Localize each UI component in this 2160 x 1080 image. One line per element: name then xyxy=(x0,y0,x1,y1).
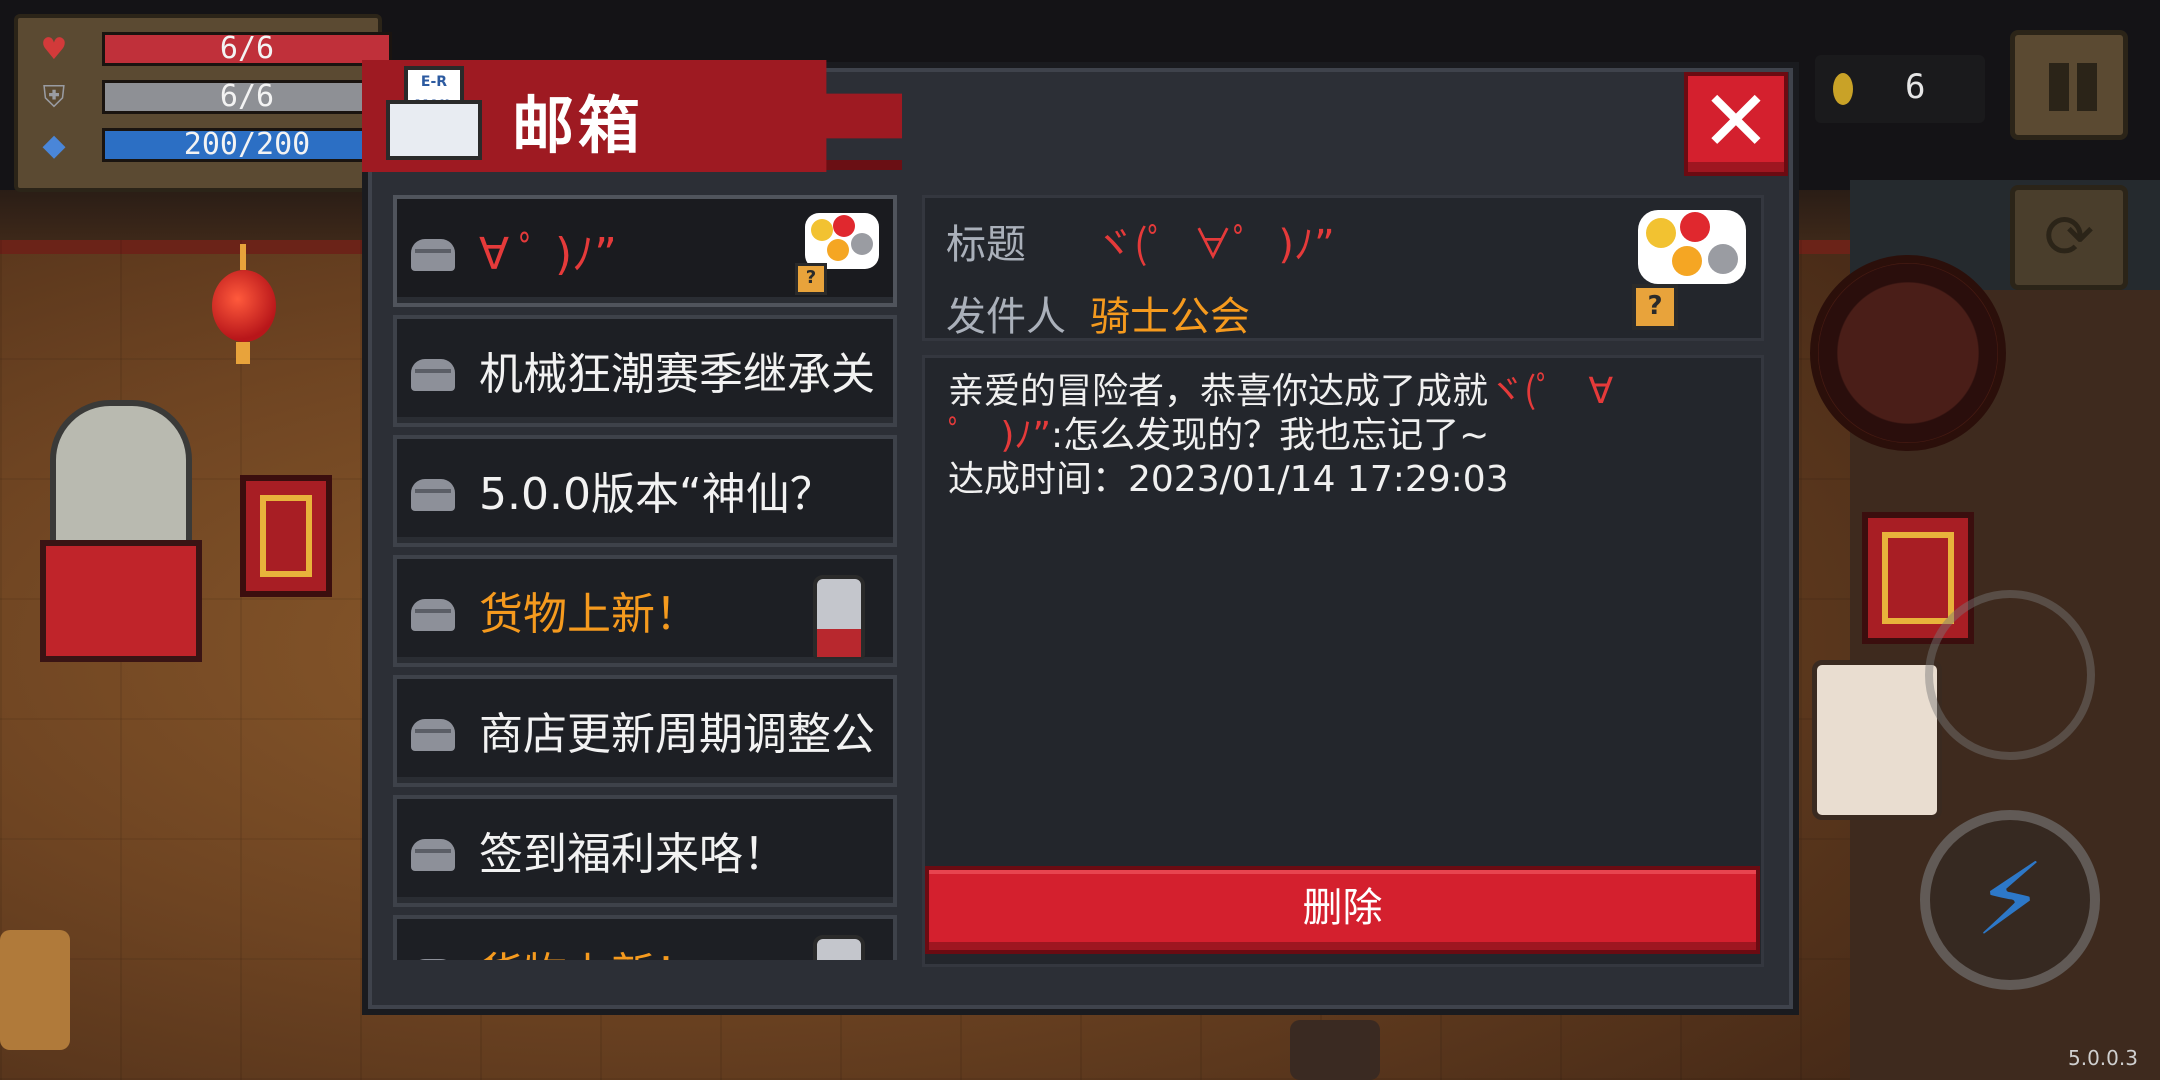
question-box-icon: ? xyxy=(795,263,827,295)
player-character xyxy=(0,930,70,1050)
mail-body-text: 亲爱的冒险者，恭喜你达成了成就ヾ(ﾟ ∀ ﾟ )ﾉ”:怎么发现的？我也忘记了~ … xyxy=(948,370,1748,502)
health-row: ♥ 6/6 xyxy=(36,32,392,68)
envelope-icon xyxy=(411,959,455,960)
mail-item-title: 商店更新周期调整公 xyxy=(479,709,875,760)
pause-button[interactable] xyxy=(2010,30,2128,140)
envelope-icon xyxy=(411,479,455,511)
energy-bar: 200/200 xyxy=(102,128,392,162)
envelope-icon xyxy=(411,599,455,631)
energy-value: 200/200 xyxy=(183,127,311,162)
envelope-icon xyxy=(411,719,455,751)
lantern-icon xyxy=(212,244,276,364)
energy-row: ◆ 200/200 xyxy=(36,128,392,164)
subject-label: 标题 xyxy=(946,222,1026,268)
armor-bar: 6/6 xyxy=(102,80,392,114)
sender-label: 发件人 xyxy=(946,294,1066,340)
sender-value: 骑士公会 xyxy=(1090,294,1250,340)
mail-item[interactable]: 货物上新！ xyxy=(393,555,897,667)
lightning-icon: ⚡ xyxy=(1974,841,2046,958)
close-icon: ✕ xyxy=(1700,72,1772,170)
mail-item[interactable]: 商店更新周期调整公 xyxy=(393,675,897,787)
mail-item[interactable]: 5.0.0版本“神仙？ xyxy=(393,435,897,547)
gacha-machine xyxy=(40,400,202,662)
skill-button[interactable]: ⚡ xyxy=(1920,810,2100,990)
shield-icon: ⛨ xyxy=(42,80,66,115)
mail-item-title: 机械狂潮赛季继承关 xyxy=(479,349,875,400)
mail-item-title: 5.0.0版本“神仙？ xyxy=(479,469,834,520)
energy-gem-icon: ◆ xyxy=(42,128,66,163)
achievement-time: 达成时间：2023/01/14 17:29:03 xyxy=(948,459,1509,500)
delete-button[interactable]: 删除 xyxy=(925,866,1760,954)
mail-item-title: 签到福利来咯！ xyxy=(479,829,787,880)
question-box-icon: ? xyxy=(1632,284,1678,330)
merchant-character-icon xyxy=(813,935,865,960)
mail-item[interactable]: 货物上新！ xyxy=(393,915,897,960)
round-window xyxy=(1810,255,2006,451)
mailbox-title: 邮箱 xyxy=(512,89,645,162)
mail-item[interactable]: 签到福利来咯！ xyxy=(393,795,897,907)
weapon-attack-button[interactable] xyxy=(1925,590,2095,760)
mail-item[interactable]: 机械狂潮赛季继承关 xyxy=(393,315,897,427)
envelope-icon xyxy=(411,359,455,391)
swap-weapon-button[interactable]: ⟳ xyxy=(2010,185,2128,290)
swap-icon: ⟳ xyxy=(2043,202,2095,272)
emoji-sticker-icon xyxy=(805,213,879,269)
envelope-icon xyxy=(411,839,455,871)
npc-character xyxy=(1290,1020,1380,1080)
mail-envelope-icon: E-RMAIL xyxy=(386,66,482,162)
lion-dance-character xyxy=(1812,660,1942,820)
mail-body-part1: 亲爱的冒险者，恭喜你达成了成就 xyxy=(948,371,1489,412)
close-button[interactable]: ✕ xyxy=(1684,72,1788,176)
coin-count: 6 xyxy=(1905,67,1926,107)
merchant-character-icon xyxy=(813,575,865,659)
armor-value: 6/6 xyxy=(219,79,275,114)
version-label: 5.0.0.3 xyxy=(2068,1046,2138,1070)
envelope-icon xyxy=(411,239,455,271)
coin-icon xyxy=(1833,73,1853,105)
mail-body-part2: :怎么发现的？我也忘记了~ xyxy=(1051,415,1490,456)
decoration-box xyxy=(240,475,332,597)
heart-icon: ♥ xyxy=(40,32,68,67)
player-stats-panel: ♥ 6/6 ⛨ 6/6 ◆ 200/200 xyxy=(14,14,392,192)
mail-item[interactable]: ∀ ﾟ )ﾉ” ? xyxy=(393,195,897,307)
coin-counter: 6 xyxy=(1815,55,1985,123)
mail-list[interactable]: ∀ ﾟ )ﾉ” ? 机械狂潮赛季继承关 5.0.0版本“神仙？ 货物上新！ 商店… xyxy=(393,195,897,960)
delete-button-label: 删除 xyxy=(1302,885,1383,931)
armor-row: ⛨ 6/6 xyxy=(36,80,392,116)
health-value: 6/6 xyxy=(219,31,275,66)
health-bar: 6/6 xyxy=(102,32,392,66)
subject-value: ヾ(ﾟ ∀ﾟ )ﾉ” xyxy=(1094,222,1335,268)
emoji-sticker-icon xyxy=(1638,210,1746,284)
